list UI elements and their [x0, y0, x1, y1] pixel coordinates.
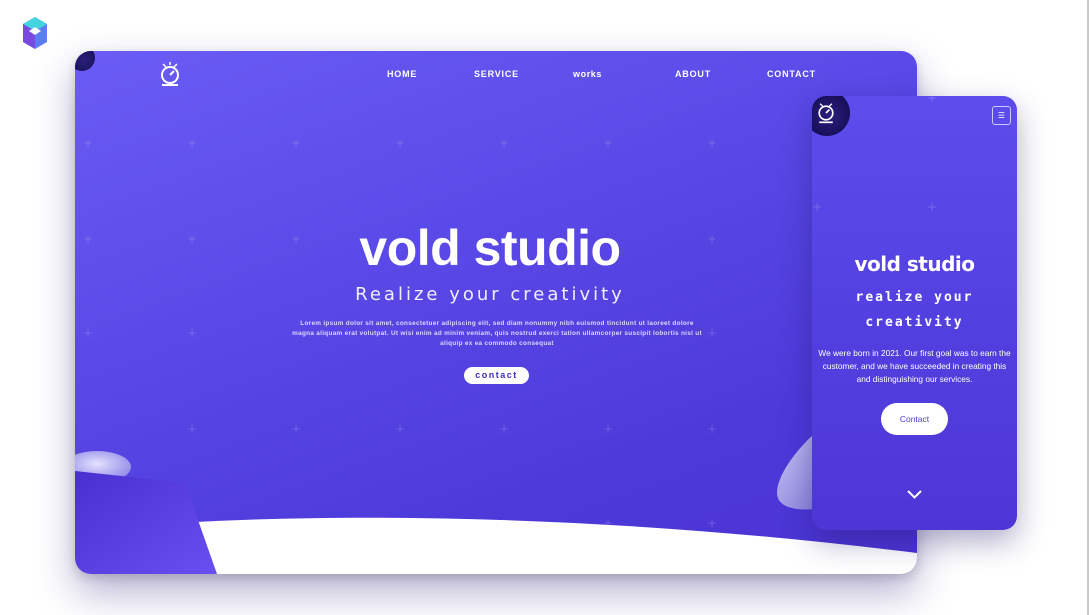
mobile-hero-subtitle: realize your creativity [855, 290, 974, 330]
nav-item-works[interactable]: works [573, 69, 602, 79]
studio-logo-icon[interactable] [815, 102, 837, 124]
mobile-hero-description: We were born in 2021. Our first goal was… [818, 348, 1011, 384]
decorative-shape-left [75, 451, 217, 574]
app-logo-icon [23, 17, 47, 49]
main-nav: HOME SERVICE works ABOUT CONTACT [75, 69, 917, 83]
contact-button[interactable]: contact [464, 367, 529, 384]
nav-item-about[interactable]: ABOUT [675, 69, 711, 79]
decorative-orb [75, 51, 95, 71]
hero-description: Lorem ipsum dolor sit amet, consectetuer… [292, 320, 702, 347]
nav-item-service[interactable]: SERVICE [474, 69, 519, 79]
mobile-hero-title: vold studio [854, 252, 975, 276]
chevron-down-icon[interactable] [906, 489, 923, 500]
hero-subtitle: Realize your creativity [355, 284, 625, 305]
nav-item-contact[interactable]: CONTACT [767, 69, 816, 79]
nav-item-home[interactable]: HOME [387, 69, 417, 79]
mobile-mockup: + + + ☰ vold studio realize your creativ… [812, 96, 1017, 530]
hero-title: vold studio [359, 220, 621, 276]
mobile-contact-button[interactable]: Contact [881, 403, 948, 435]
desktop-mockup: + + + + + + + + + + + + + + + + + + + + … [75, 51, 917, 574]
hamburger-icon[interactable]: ☰ [992, 106, 1011, 125]
